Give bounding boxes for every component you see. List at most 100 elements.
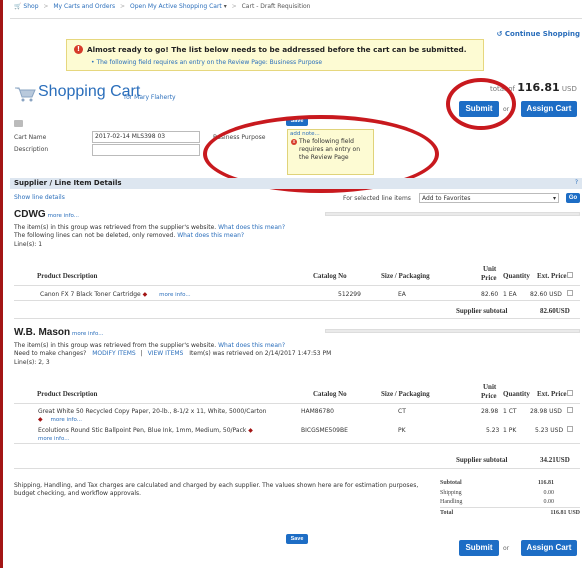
size-packaging: EA	[398, 291, 406, 298]
alert-banner: ! Almost ready to go! The list below nee…	[66, 39, 484, 71]
col-product: Product Description	[37, 272, 98, 280]
col-unit: Unit	[483, 265, 497, 273]
warning-icon: !	[74, 45, 83, 54]
supplier-info-text: The following lines can not be deleted, …	[14, 232, 176, 239]
what-does-this-mean-link[interactable]: What does this mean?	[218, 342, 285, 349]
product-description: Canon FX 7 Black Toner Cartridge	[40, 291, 141, 298]
supplier-info-text: The item(s) in this group was retrieved …	[14, 342, 217, 349]
what-does-this-mean-link[interactable]: What does this mean?	[218, 224, 285, 231]
row-checkbox[interactable]	[567, 407, 573, 413]
printer-icon[interactable]	[14, 120, 23, 127]
alert-item-link[interactable]: • The following field requires an entry …	[91, 59, 322, 66]
line-action-value: Add to Favorites	[422, 195, 471, 202]
row-checkbox[interactable]	[567, 426, 573, 432]
total-currency: USD	[561, 85, 577, 93]
assign-cart-button[interactable]: Assign Cart	[521, 101, 577, 117]
size-packaging: CT	[398, 408, 406, 415]
select-all-checkbox[interactable]	[567, 272, 573, 278]
unit-price: 28.98	[481, 408, 499, 415]
show-line-details-link[interactable]: Show line details	[14, 194, 65, 201]
cart-owner[interactable]: for Mary Flaherty	[124, 94, 176, 101]
summary-total-value: 116.81 USD	[550, 510, 580, 516]
divider	[14, 468, 580, 469]
breadcrumb-orders[interactable]: My Carts and Orders	[53, 3, 115, 10]
supplier-info-line: Need to make changes? MODIFY ITEMS | VIE…	[14, 350, 331, 357]
col-quantity: Quantity	[503, 272, 530, 280]
person-icon: ◆	[38, 416, 43, 423]
col-ext-price: Ext. Price	[537, 272, 567, 280]
summary-handling-label: Handling	[440, 499, 463, 505]
breadcrumb-shop[interactable]: Shop	[23, 3, 38, 10]
supplier-more-info-link[interactable]: more info...	[72, 331, 103, 337]
select-all-checkbox[interactable]	[567, 390, 573, 396]
divider	[14, 300, 580, 301]
continue-shopping-label: Continue Shopping	[504, 30, 580, 38]
more-info-link[interactable]: more info...	[38, 436, 69, 442]
line-action-select[interactable]: Add to Favorites ▾	[419, 193, 559, 203]
more-info-link[interactable]: more info...	[159, 292, 190, 298]
save-button[interactable]: Save	[286, 534, 308, 544]
col-catalog: Catalog No	[313, 390, 347, 398]
col-quantity: Quantity	[503, 390, 530, 398]
submit-button[interactable]: Submit	[459, 540, 499, 556]
supplier-bar	[325, 329, 580, 333]
left-accent-bar	[0, 0, 3, 568]
supplier-name: CDWG	[14, 209, 46, 220]
row-checkbox[interactable]	[567, 290, 573, 296]
col-catalog: Catalog No	[313, 272, 347, 280]
table-row: Ecolutions Round Stic Ballpoint Pen, Blu…	[38, 427, 253, 434]
divider	[14, 403, 580, 404]
supplier-info-line: The item(s) in this group was retrieved …	[14, 342, 285, 349]
breadcrumb-active-cart[interactable]: Open My Active Shopping Cart	[130, 3, 222, 10]
supplier-info-text: The item(s) in this group was retrieved …	[14, 224, 217, 231]
shopping-cart-icon	[15, 87, 36, 102]
supplier-header-cdwg: CDWG more info...	[14, 209, 79, 220]
product-description: Ecolutions Round Stic Ballpoint Pen, Blu…	[38, 427, 247, 434]
divider	[14, 443, 580, 444]
assign-cart-button[interactable]: Assign Cart	[521, 540, 577, 556]
alert-title: Almost ready to go! The list below needs…	[87, 45, 467, 54]
supplier-info-line: The item(s) in this group was retrieved …	[14, 224, 285, 231]
catalog-no: BICGSME509BE	[301, 427, 348, 434]
product-description: Great White 50 Recycled Copy Paper, 20-l…	[38, 408, 267, 415]
table-row: Canon FX 7 Black Toner Cartridge ◆ more …	[40, 291, 191, 298]
lines-label: Line(s): 1	[14, 241, 43, 248]
cart-name-input[interactable]: 2017-02-14 MLS398 03	[92, 131, 200, 143]
retrieved-date: Item(s) was retrieved on 2/14/2017 1:47:…	[189, 350, 332, 357]
chevron-down-icon[interactable]: ▾	[224, 3, 227, 10]
unit-price: 5.23	[486, 427, 500, 434]
separator: |	[140, 350, 143, 357]
unit-price: 82.60	[481, 291, 499, 298]
quantity: 1 EA	[503, 291, 517, 298]
col-price: Price	[481, 274, 497, 282]
help-icon[interactable]: ?	[575, 179, 578, 186]
continue-shopping-link[interactable]: ↺ Continue Shopping	[497, 30, 580, 38]
modify-items-link[interactable]: MODIFY ITEMS	[92, 350, 136, 357]
breadcrumb-current: Cart - Draft Requisition	[241, 3, 311, 10]
view-items-link[interactable]: VIEW ITEMS	[148, 350, 184, 357]
description-label: Description	[14, 146, 49, 153]
arrow-icon: ↺	[496, 30, 503, 38]
divider	[14, 285, 580, 286]
divider	[10, 18, 582, 19]
table-row: Great White 50 Recycled Copy Paper, 20-l…	[38, 408, 266, 415]
supplier-subtotal-value: 82.60USD	[540, 307, 570, 315]
total-value: 116.81	[517, 81, 560, 94]
more-info-link[interactable]: more info...	[51, 417, 82, 423]
supplier-name: W.B. Mason	[14, 327, 71, 338]
ext-price: 28.98 USD	[530, 408, 562, 415]
ext-price: 82.60 USD	[530, 291, 562, 298]
or-label: or	[503, 545, 510, 552]
quantity: 1 CT	[503, 408, 517, 415]
description-input[interactable]	[92, 144, 200, 156]
size-packaging: PK	[398, 427, 406, 434]
person-icon: ◆	[248, 427, 253, 434]
supplier-more-info-link[interactable]: more info...	[48, 213, 79, 219]
summary-subtotal-value: 116.81	[537, 480, 554, 486]
go-button[interactable]: Go	[566, 193, 580, 203]
supplier-header-wb-mason: W.B. Mason more info...	[14, 327, 104, 338]
col-size: Size / Packaging	[381, 390, 430, 398]
what-does-this-mean-link[interactable]: What does this mean?	[177, 232, 244, 239]
person-icon: ◆	[142, 291, 148, 298]
cart-icon: 🛒	[14, 3, 22, 10]
